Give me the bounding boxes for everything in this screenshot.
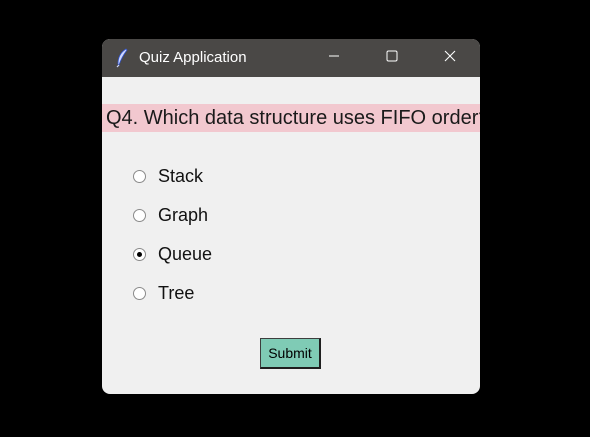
option-label: Graph <box>158 205 209 225</box>
minimize-button[interactable] <box>305 39 363 77</box>
radio-button[interactable] <box>133 286 146 300</box>
close-button[interactable] <box>421 39 479 77</box>
close-icon <box>444 49 456 67</box>
radio-button[interactable] <box>133 169 146 183</box>
option-graph[interactable]: Graph <box>133 203 208 227</box>
maximize-button[interactable] <box>363 39 421 77</box>
title-bar[interactable]: Quiz Application <box>102 39 480 77</box>
window-title: Quiz Application <box>139 49 247 66</box>
submit-button[interactable]: Submit <box>260 338 321 369</box>
minimize-icon <box>328 49 340 67</box>
option-label: Queue <box>158 244 213 264</box>
radio-button[interactable] <box>133 208 146 222</box>
maximize-icon <box>386 49 398 67</box>
option-queue[interactable]: Queue <box>133 242 212 266</box>
option-label: Tree <box>158 283 195 303</box>
option-tree[interactable]: Tree <box>133 281 194 305</box>
option-label: Stack <box>158 166 204 186</box>
question-label: Q4. Which data structure uses FIFO order… <box>102 104 480 132</box>
radio-button[interactable] <box>133 247 146 261</box>
quiz-window: Quiz Application Q4. Which data structur… <box>102 39 480 394</box>
option-stack[interactable]: Stack <box>133 164 203 188</box>
feather-icon <box>115 48 129 68</box>
